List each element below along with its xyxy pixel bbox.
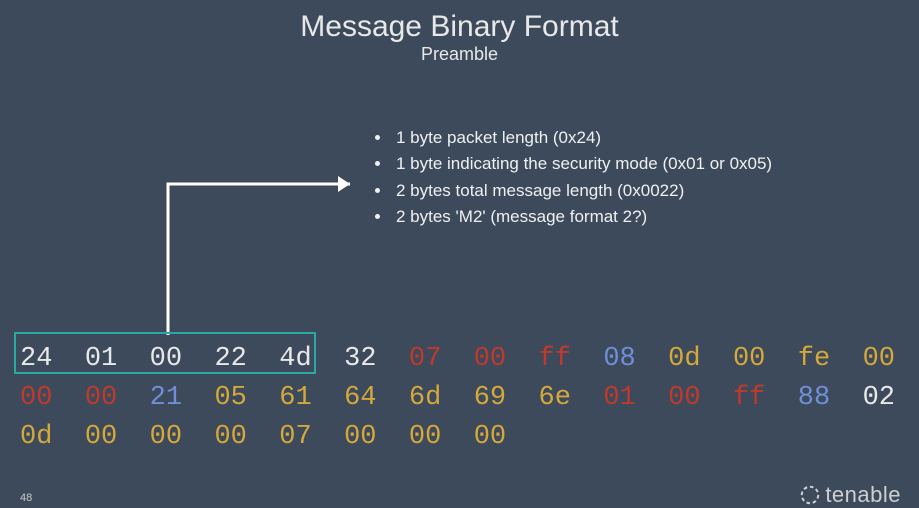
bullet-item: 1 byte packet length (0x24) [392,125,772,151]
hex-row: 0d 00 00 00 07 00 00 00 [20,418,919,457]
hex-byte: 00 [409,422,441,452]
hex-byte: 00 [85,422,117,452]
page-number: 48 [20,492,32,504]
hex-byte: 6d [409,383,441,413]
hex-byte: 00 [863,344,895,374]
hex-byte: 01 [85,344,117,374]
hex-byte: 0d [20,422,52,452]
hex-byte: 07 [409,344,441,374]
hex-byte: 00 [668,383,700,413]
bullet-item: 1 byte indicating the security mode (0x0… [392,151,772,177]
hex-byte: 08 [603,344,635,374]
hex-dump: 24 01 00 22 4d 32 07 00 ff 08 0d 00 fe 0… [20,340,919,457]
hex-byte: 64 [344,383,376,413]
slide-subtitle: Preamble [0,44,919,65]
hex-byte: 01 [603,383,635,413]
tenable-logo-text: tenable [825,482,901,508]
hex-byte: 00 [85,383,117,413]
hex-byte: 02 [863,383,895,413]
bullet-item: 2 bytes 'M2' (message format 2?) [392,204,772,230]
hex-byte: 00 [20,383,52,413]
hex-byte: 88 [798,383,830,413]
hex-byte: 24 [20,344,52,374]
hex-row: 00 00 21 05 61 64 6d 69 6e 01 00 ff 88 0… [20,379,919,418]
hex-row: 24 01 00 22 4d 32 07 00 ff 08 0d 00 fe 0… [20,340,919,379]
hex-byte: 00 [150,422,182,452]
hex-byte: 00 [474,422,506,452]
hex-byte: 00 [474,344,506,374]
hex-byte: 00 [150,344,182,374]
hex-byte: 22 [214,344,246,374]
tenable-logo: tenable [799,482,901,508]
bullet-item: 2 bytes total message length (0x0022) [392,178,772,204]
hex-byte: 21 [150,383,182,413]
hex-byte: 0d [668,344,700,374]
slide-title: Message Binary Format [0,10,919,44]
hex-byte: 07 [279,422,311,452]
pointer-arrow [160,170,370,340]
hex-byte: 00 [214,422,246,452]
hex-byte: 05 [214,383,246,413]
hex-byte: 00 [344,422,376,452]
hex-byte: ff [539,344,571,374]
hex-byte: 00 [733,344,765,374]
bullet-list: 1 byte packet length (0x24)1 byte indica… [370,125,772,230]
hex-byte: 69 [474,383,506,413]
hex-byte: ff [733,383,765,413]
hex-byte: 4d [279,344,311,374]
hex-byte: 6e [539,383,571,413]
hex-byte: fe [798,344,830,374]
tenable-ring-icon [799,484,821,506]
hex-byte: 32 [344,344,376,374]
hex-byte: 61 [279,383,311,413]
